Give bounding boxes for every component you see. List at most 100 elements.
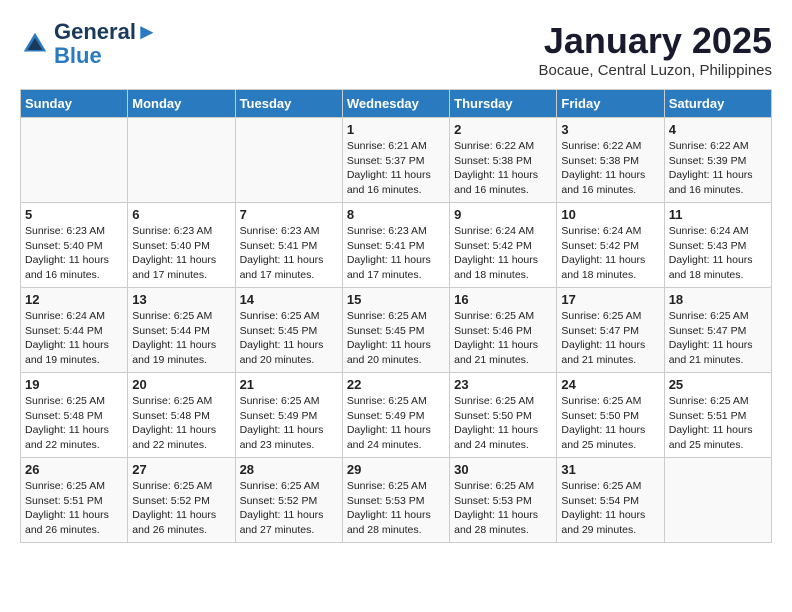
day-info: Sunrise: 6:24 AMSunset: 5:42 PMDaylight:…	[561, 224, 659, 283]
calendar-cell: 1 Sunrise: 6:21 AMSunset: 5:37 PMDaylight…	[342, 118, 449, 203]
day-info: Sunrise: 6:21 AMSunset: 5:37 PMDaylight:…	[347, 139, 445, 198]
calendar-body: 1 Sunrise: 6:21 AMSunset: 5:37 PMDaylight…	[21, 118, 772, 543]
day-info: Sunrise: 6:25 AMSunset: 5:47 PMDaylight:…	[561, 309, 659, 368]
weekday-header-monday: Monday	[128, 90, 235, 118]
weekday-header-friday: Friday	[557, 90, 664, 118]
calendar-cell: 28 Sunrise: 6:25 AMSunset: 5:52 PMDayligh…	[235, 458, 342, 543]
day-number: 7	[240, 207, 338, 222]
calendar-cell: 8Sunrise: 6:23 AMSunset: 5:41 PMDaylight…	[342, 203, 449, 288]
calendar-week-1: 5 Sunrise: 6:23 AMSunset: 5:40 PMDaylight…	[21, 203, 772, 288]
day-info: Sunrise: 6:25 AMSunset: 5:45 PMDaylight:…	[240, 309, 338, 368]
calendar-cell: 26 Sunrise: 6:25 AMSunset: 5:51 PMDayligh…	[21, 458, 128, 543]
calendar-cell: 9Sunrise: 6:24 AMSunset: 5:42 PMDaylight…	[450, 203, 557, 288]
day-number: 6	[132, 207, 230, 222]
calendar-cell: 24 Sunrise: 6:25 AMSunset: 5:50 PMDayligh…	[557, 373, 664, 458]
day-info: Sunrise: 6:25 AMSunset: 5:49 PMDaylight:…	[347, 394, 445, 453]
calendar-cell: 30 Sunrise: 6:25 AMSunset: 5:53 PMDayligh…	[450, 458, 557, 543]
day-number: 25	[669, 377, 767, 392]
day-info: Sunrise: 6:25 AMSunset: 5:54 PMDaylight:…	[561, 479, 659, 538]
day-number: 14	[240, 292, 338, 307]
calendar-cell: 16 Sunrise: 6:25 AMSunset: 5:46 PMDayligh…	[450, 288, 557, 373]
calendar-week-3: 19 Sunrise: 6:25 AMSunset: 5:48 PMDayligh…	[21, 373, 772, 458]
day-number: 4	[669, 122, 767, 137]
day-info: Sunrise: 6:25 AMSunset: 5:44 PMDaylight:…	[132, 309, 230, 368]
calendar-week-4: 26 Sunrise: 6:25 AMSunset: 5:51 PMDayligh…	[21, 458, 772, 543]
day-info: Sunrise: 6:23 AMSunset: 5:40 PMDaylight:…	[132, 224, 230, 283]
day-number: 28	[240, 462, 338, 477]
title-block: January 2025 Bocaue, Central Luzon, Phil…	[539, 20, 772, 79]
calendar-cell: 17 Sunrise: 6:25 AMSunset: 5:47 PMDayligh…	[557, 288, 664, 373]
location: Bocaue, Central Luzon, Philippines	[539, 62, 772, 79]
day-info: Sunrise: 6:25 AMSunset: 5:46 PMDaylight:…	[454, 309, 552, 368]
calendar-cell: 11Sunrise: 6:24 AMSunset: 5:43 PMDayligh…	[664, 203, 771, 288]
day-info: Sunrise: 6:25 AMSunset: 5:51 PMDaylight:…	[25, 479, 123, 538]
day-info: Sunrise: 6:22 AMSunset: 5:39 PMDaylight:…	[669, 139, 767, 198]
day-info: Sunrise: 6:25 AMSunset: 5:51 PMDaylight:…	[669, 394, 767, 453]
month-title: January 2025	[539, 20, 772, 62]
day-info: Sunrise: 6:25 AMSunset: 5:48 PMDaylight:…	[25, 394, 123, 453]
day-number: 1	[347, 122, 445, 137]
day-number: 13	[132, 292, 230, 307]
day-number: 18	[669, 292, 767, 307]
calendar-cell: 14 Sunrise: 6:25 AMSunset: 5:45 PMDayligh…	[235, 288, 342, 373]
day-info: Sunrise: 6:22 AMSunset: 5:38 PMDaylight:…	[561, 139, 659, 198]
calendar-cell: 15Sunrise: 6:25 AMSunset: 5:45 PMDayligh…	[342, 288, 449, 373]
weekday-header-row: SundayMondayTuesdayWednesdayThursdayFrid…	[21, 90, 772, 118]
day-number: 8	[347, 207, 445, 222]
day-number: 31	[561, 462, 659, 477]
day-number: 20	[132, 377, 230, 392]
day-info: Sunrise: 6:24 AMSunset: 5:43 PMDaylight:…	[669, 224, 767, 283]
calendar-cell: 10 Sunrise: 6:24 AMSunset: 5:42 PMDayligh…	[557, 203, 664, 288]
day-number: 23	[454, 377, 552, 392]
calendar-cell	[128, 118, 235, 203]
calendar-week-2: 12Sunrise: 6:24 AMSunset: 5:44 PMDayligh…	[21, 288, 772, 373]
weekday-header-saturday: Saturday	[664, 90, 771, 118]
day-number: 27	[132, 462, 230, 477]
calendar-cell: 6 Sunrise: 6:23 AMSunset: 5:40 PMDaylight…	[128, 203, 235, 288]
calendar-cell: 4 Sunrise: 6:22 AMSunset: 5:39 PMDaylight…	[664, 118, 771, 203]
calendar-cell: 22 Sunrise: 6:25 AMSunset: 5:49 PMDayligh…	[342, 373, 449, 458]
calendar-cell: 27 Sunrise: 6:25 AMSunset: 5:52 PMDayligh…	[128, 458, 235, 543]
day-info: Sunrise: 6:25 AMSunset: 5:49 PMDaylight:…	[240, 394, 338, 453]
logo-text: General► Blue	[54, 20, 158, 68]
day-info: Sunrise: 6:25 AMSunset: 5:45 PMDaylight:…	[347, 309, 445, 368]
day-number: 19	[25, 377, 123, 392]
calendar-cell: 13 Sunrise: 6:25 AMSunset: 5:44 PMDayligh…	[128, 288, 235, 373]
page-header: General► Blue January 2025 Bocaue, Centr…	[20, 20, 772, 79]
day-number: 26	[25, 462, 123, 477]
calendar-cell: 31 Sunrise: 6:25 AMSunset: 5:54 PMDayligh…	[557, 458, 664, 543]
day-number: 17	[561, 292, 659, 307]
day-info: Sunrise: 6:25 AMSunset: 5:52 PMDaylight:…	[132, 479, 230, 538]
weekday-header-wednesday: Wednesday	[342, 90, 449, 118]
day-number: 16	[454, 292, 552, 307]
calendar-cell: 2Sunrise: 6:22 AMSunset: 5:38 PMDaylight…	[450, 118, 557, 203]
day-info: Sunrise: 6:25 AMSunset: 5:50 PMDaylight:…	[561, 394, 659, 453]
weekday-header-sunday: Sunday	[21, 90, 128, 118]
day-info: Sunrise: 6:25 AMSunset: 5:52 PMDaylight:…	[240, 479, 338, 538]
calendar-cell: 3 Sunrise: 6:22 AMSunset: 5:38 PMDaylight…	[557, 118, 664, 203]
day-number: 24	[561, 377, 659, 392]
day-number: 3	[561, 122, 659, 137]
day-number: 29	[347, 462, 445, 477]
day-number: 22	[347, 377, 445, 392]
day-number: 10	[561, 207, 659, 222]
calendar-week-0: 1 Sunrise: 6:21 AMSunset: 5:37 PMDaylight…	[21, 118, 772, 203]
weekday-header-thursday: Thursday	[450, 90, 557, 118]
logo-icon	[20, 29, 50, 59]
calendar-cell: 7Sunrise: 6:23 AMSunset: 5:41 PMDaylight…	[235, 203, 342, 288]
calendar-cell: 5 Sunrise: 6:23 AMSunset: 5:40 PMDaylight…	[21, 203, 128, 288]
day-number: 5	[25, 207, 123, 222]
calendar-cell: 25 Sunrise: 6:25 AMSunset: 5:51 PMDayligh…	[664, 373, 771, 458]
day-info: Sunrise: 6:25 AMSunset: 5:53 PMDaylight:…	[347, 479, 445, 538]
day-info: Sunrise: 6:25 AMSunset: 5:53 PMDaylight:…	[454, 479, 552, 538]
day-info: Sunrise: 6:25 AMSunset: 5:50 PMDaylight:…	[454, 394, 552, 453]
calendar-cell	[664, 458, 771, 543]
logo: General► Blue	[20, 20, 158, 68]
calendar-cell: 23 Sunrise: 6:25 AMSunset: 5:50 PMDayligh…	[450, 373, 557, 458]
day-number: 30	[454, 462, 552, 477]
day-info: Sunrise: 6:22 AMSunset: 5:38 PMDaylight:…	[454, 139, 552, 198]
day-info: Sunrise: 6:23 AMSunset: 5:40 PMDaylight:…	[25, 224, 123, 283]
day-number: 21	[240, 377, 338, 392]
calendar-cell	[21, 118, 128, 203]
weekday-header-tuesday: Tuesday	[235, 90, 342, 118]
